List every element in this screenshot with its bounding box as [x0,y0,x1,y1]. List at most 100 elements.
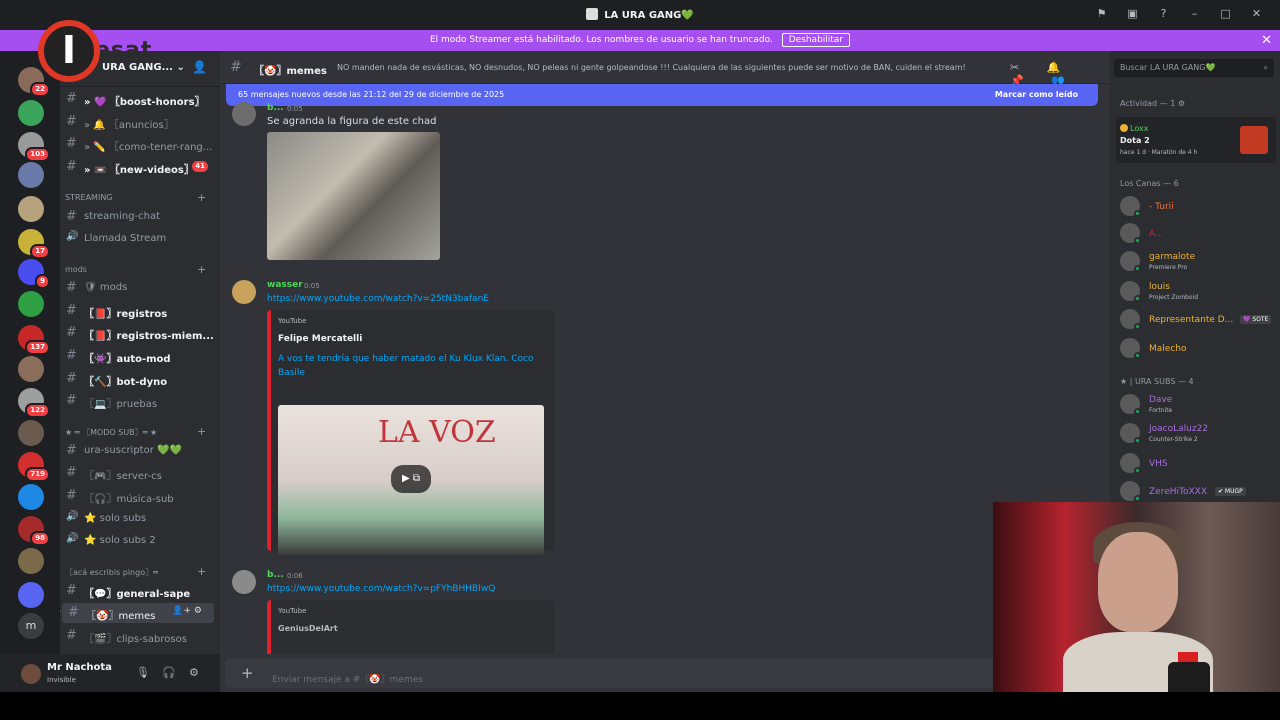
channel-item[interactable]: # 〖🎧〗música-sub [60,486,220,506]
server-icon[interactable] [18,356,44,382]
channel-item[interactable]: #▶» 📼 〖new-videos〗41 [60,157,220,177]
avatar[interactable] [232,102,256,126]
channel-item[interactable]: # 〖🎮〗server-cs [60,463,220,483]
headphones-icon[interactable]: 🎧 [162,666,176,679]
server-icon[interactable]: 103 [18,132,50,162]
channel-item[interactable]: #▶〖🔨〗bot-dyno [60,369,220,389]
embed-provider[interactable]: YouTube [278,607,306,615]
avatar[interactable] [232,570,256,594]
member-item[interactable]: JoacoLaluz22 Counter-Strike 2 [1120,421,1275,447]
server-icon[interactable] [18,162,44,188]
channel-category[interactable]: 〖acá escribis pingo〗═ + [65,565,206,578]
minimize-button[interactable]: – [1179,7,1210,23]
server-icon[interactable] [18,291,44,317]
member-item[interactable]: A... [1120,221,1275,247]
member-item[interactable]: garmalote Premiere Pro [1120,249,1275,275]
member-item[interactable]: Malecho [1120,336,1275,362]
add-member-icon[interactable]: 👤 [192,60,207,74]
embed-author[interactable]: Felipe Mercatelli [278,334,362,344]
channel-topic[interactable]: NO manden nada de esvásticas, NO desnudo… [337,63,966,72]
channel-category[interactable]: ★ ═ 〖MODO SUB〗═ ★ + [65,425,206,438]
server-icon[interactable]: 17 [18,229,50,259]
hash-icon: # [230,59,242,75]
add-attachment-button[interactable]: + [241,664,254,682]
server-icon[interactable]: 137 [18,325,50,355]
microphone-icon[interactable]: 🎙 [136,666,150,679]
settings-gear-icon[interactable]: ⚙ [189,666,199,679]
server-icon[interactable]: 98 [18,516,50,546]
channel-item[interactable]: # streaming-chat [60,207,220,227]
message-image[interactable] [267,132,440,260]
channel-label: 〖🎬〗clips-sabrosos [84,634,187,645]
member-item[interactable]: Representante D... 💜 SOTE [1120,307,1275,333]
search-input[interactable]: Buscar LA URA GANG💚 ⌕ [1114,59,1274,77]
channel-item[interactable]: # 🛡 mods [60,278,220,298]
member-item[interactable]: Dave Fortnite [1120,392,1275,418]
channel-item[interactable]: #▶〖📕〗registros [60,301,220,321]
message-author[interactable]: b... [267,570,284,580]
channel-settings-icon[interactable]: 👤+ ⚙ [172,606,202,616]
member-item[interactable]: VHS [1120,451,1275,477]
status-dot [1134,237,1141,244]
channel-item[interactable]: # ▶ 〖🤡〗memes 👤+ ⚙ [60,603,214,623]
channel-category[interactable]: mods + [65,263,206,276]
activity-card[interactable]: Loxx Dota 2 hace 1 d · Maratón de 4 h [1116,117,1276,163]
add-channel-icon[interactable]: + [197,263,206,276]
add-channel-icon[interactable]: + [197,191,206,204]
server-icon[interactable] [18,582,44,608]
channel-item[interactable]: 🔊 ⭐ solo subs [60,509,220,529]
channel-item[interactable]: #▶〖👾〗auto-mod [60,346,220,366]
add-channel-icon[interactable]: + [197,565,206,578]
message-input-placeholder[interactable]: Enviar mensaje a #〖🤡〗memes [272,672,423,685]
server-icon[interactable]: 719 [18,452,50,482]
server-icon[interactable]: 9 [18,259,50,289]
video-thumbnail[interactable]: LA VOZ ▶ ⧉ [278,405,544,555]
channel-category[interactable]: STREAMING + [65,191,206,204]
server-icon[interactable]: m [18,613,44,639]
mark-read-button[interactable]: Marcar como leído [995,84,1078,106]
server-icon[interactable] [18,420,44,446]
message-input[interactable]: + Enviar mensaje a #〖🤡〗memes [225,658,1105,688]
user-name[interactable]: Mr Nachota [47,662,112,673]
game-icon [1240,126,1268,154]
channel-label: 〖📕〗registros-miem... [84,331,214,342]
message-link[interactable]: https://www.youtube.com/watch?v=25tN3baf… [267,294,489,304]
message-link[interactable]: https://www.youtube.com/watch?v=pFYhBHHB… [267,584,495,594]
channel-item[interactable]: # 〖🎬〗clips-sabrosos [60,626,220,646]
help-icon[interactable]: ? [1148,7,1179,23]
server-icon[interactable]: 22 [18,67,50,97]
close-icon[interactable]: ✕ [1261,30,1272,51]
close-window-button[interactable]: ✕ [1241,7,1272,23]
inbox-icon[interactable]: ⚑ [1086,7,1117,23]
screen-icon[interactable]: ▣ [1117,7,1148,23]
message-author[interactable]: wasser [267,280,303,290]
channel-item[interactable]: # ura-suscriptor 💚💚 [60,441,220,461]
avatar[interactable] [232,280,256,304]
channel-item[interactable]: #▶〖📕〗registros-miem... [60,323,220,343]
embed-author[interactable]: GeniusDelArt [278,624,338,633]
new-messages-bar[interactable]: 65 mensajes nuevos desde las 21:12 del 2… [226,84,1098,106]
embed-provider[interactable]: YouTube [278,317,306,325]
server-icon[interactable] [18,196,44,222]
server-icon[interactable] [18,484,44,510]
channel-item[interactable]: #▶» 🔔 〖anuncios〗 [60,112,220,132]
member-item[interactable]: louis Project Zomboid [1120,279,1275,305]
avatar[interactable] [21,664,41,684]
channel-item[interactable]: 🔊 ⭐ solo subs 2 [60,531,220,551]
add-channel-icon[interactable]: + [197,425,206,438]
channel-item[interactable]: #▶» 💜 〖boost-honors〗 [60,89,220,109]
channel-item[interactable]: #▶» ✏️ 〖como-tener-rang... [60,134,220,154]
disable-streamer-button[interactable]: Deshabilitar [781,33,851,47]
channel-item[interactable]: 🔊 Llamada Stream [60,229,220,249]
server-icon[interactable] [18,100,44,126]
message-author[interactable]: b... [267,103,284,113]
play-icon[interactable]: ▶ ⧉ [391,465,431,493]
channel-item[interactable]: # 〖💻〗pruebas [60,391,220,411]
channel-item[interactable]: #▶〖💬〗general-sape [60,581,220,601]
server-icon[interactable] [18,548,44,574]
server-name[interactable]: URA GANG... ⌄ [102,62,185,73]
embed-title[interactable]: A vos te tendría que haber matado el Ku … [278,352,548,380]
member-item[interactable]: - Turii [1120,194,1275,220]
server-icon[interactable]: 122 [18,388,50,418]
maximize-button[interactable]: □ [1210,7,1241,23]
